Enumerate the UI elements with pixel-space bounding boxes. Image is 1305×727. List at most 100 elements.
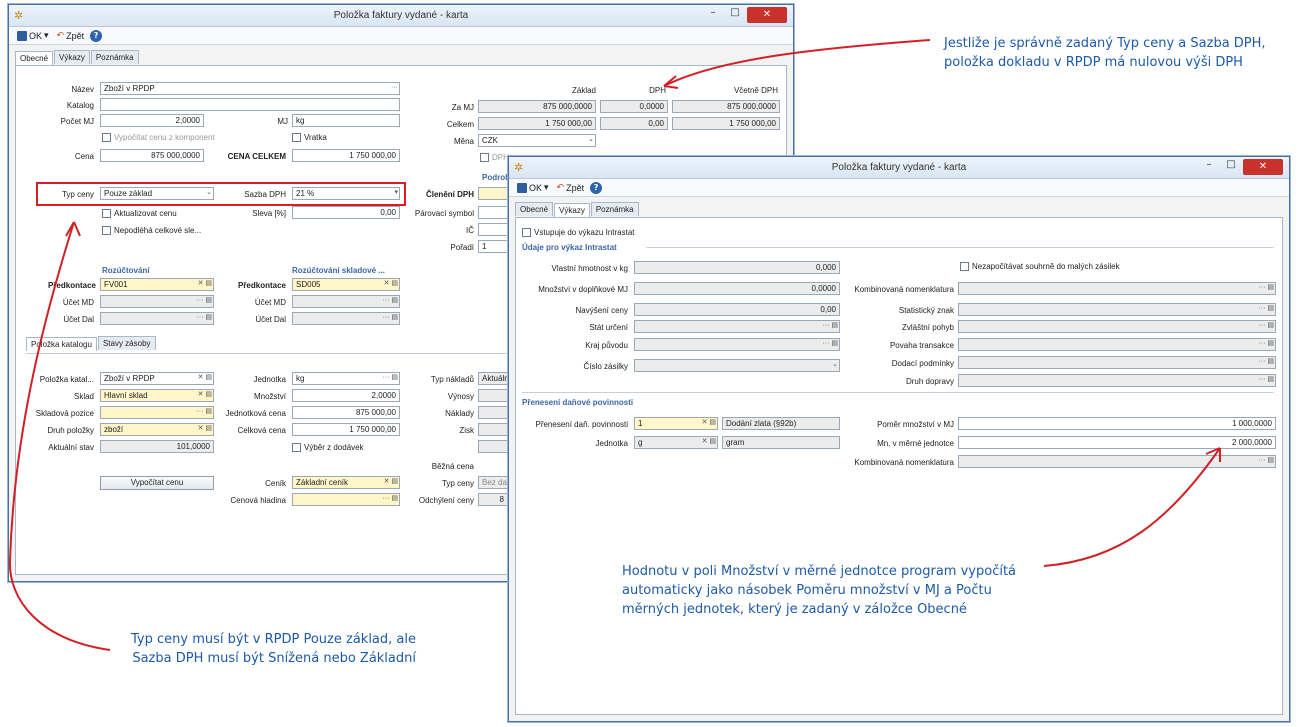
komb-field[interactable]: ··· ▤	[958, 282, 1276, 295]
lookup-icon[interactable]: ··· ▤	[196, 407, 212, 417]
lookup-icon[interactable]: ··· ▤	[1258, 339, 1274, 349]
tab-obecne[interactable]: Obecné	[515, 202, 554, 216]
druh-field[interactable]: zboží ✕ ▤	[100, 423, 214, 436]
tab-stavy-zasoby[interactable]: Stavy zásoby	[97, 336, 156, 350]
tab-vykazy[interactable]: Výkazy	[554, 203, 590, 217]
back-button[interactable]: ↶ Zpět	[55, 31, 87, 41]
cislo-select[interactable]: ⌄	[634, 359, 840, 372]
lookup-icon[interactable]: ··· ▤	[1258, 283, 1274, 293]
skl-pozice-field[interactable]: ··· ▤	[100, 406, 214, 419]
lookup-icon[interactable]: ··· ▤	[382, 494, 398, 504]
aktualizovat-checkbox[interactable]: Aktualizovat cenu	[102, 209, 177, 218]
ellipsis-icon[interactable]: ···	[391, 83, 398, 93]
clear-lookup-icon[interactable]: ✕ ▤	[702, 418, 716, 428]
stat-field[interactable]: ··· ▤	[634, 320, 840, 333]
kraj-field[interactable]: ··· ▤	[634, 338, 840, 351]
jednotka-field[interactable]: kg ··· ▤	[292, 372, 400, 385]
pomer-field[interactable]: 1 000,0000	[958, 417, 1276, 430]
ic-field[interactable]	[478, 223, 508, 236]
prenes-field[interactable]: 1 ✕ ▤	[634, 417, 718, 430]
stat-znak-field[interactable]: ··· ▤	[958, 303, 1276, 316]
mnozstvi-dopl-field[interactable]: 0,0000	[634, 282, 840, 295]
nepodleha-checkbox[interactable]: Nepodléhá celkové sle...	[102, 226, 201, 235]
pocet-mj-field[interactable]: 2,0000	[100, 114, 204, 127]
cena-field[interactable]: 875 000,0000	[100, 149, 204, 162]
ok-button[interactable]: OK ▾	[515, 182, 551, 193]
lookup-icon[interactable]: ··· ▤	[196, 313, 212, 323]
clear-lookup-icon[interactable]: ✕ ▤	[384, 279, 398, 289]
minimize-button[interactable]: –	[1201, 159, 1217, 175]
clear-lookup-icon[interactable]: ✕ ▤	[702, 437, 716, 447]
cenik-field[interactable]: Základní ceník ✕ ▤	[292, 476, 400, 489]
clear-lookup-icon[interactable]: ✕ ▤	[198, 279, 212, 289]
close-button[interactable]: ✕	[747, 7, 787, 23]
clear-lookup-icon[interactable]: ✕ ▤	[198, 424, 212, 434]
sazba-dph-select[interactable]: 21 % ▾	[292, 187, 400, 200]
lookup-icon[interactable]: ··· ▤	[382, 373, 398, 383]
ucet-dal-field[interactable]: ··· ▤	[100, 312, 214, 325]
druh-dopravy-field[interactable]: ··· ▤	[958, 374, 1276, 387]
celk-cena-field[interactable]: 1 750 000,00	[292, 423, 400, 436]
clenenidph-field[interactable]	[478, 187, 508, 200]
komb2-field[interactable]: ··· ▤	[958, 455, 1276, 468]
ucet-dal-sklad-field[interactable]: ··· ▤	[292, 312, 400, 325]
lookup-icon[interactable]: ··· ▤	[1258, 304, 1274, 314]
navyseni-field[interactable]: 0,00	[634, 303, 840, 316]
tab-poznamka[interactable]: Poznámka	[590, 202, 639, 216]
jedn-cena-field[interactable]: 875 000,00	[292, 406, 400, 419]
lookup-icon[interactable]: ··· ▤	[1258, 321, 1274, 331]
ucet-md-field[interactable]: ··· ▤	[100, 295, 214, 308]
cena-celkem-field[interactable]: 1 750 000,00	[292, 149, 400, 162]
sklad-field[interactable]: Hlavní sklad ✕ ▤	[100, 389, 214, 402]
predkontace-field[interactable]: FV001 ✕ ▤	[100, 278, 214, 291]
lookup-icon[interactable]: ··· ▤	[1258, 375, 1274, 385]
vstupuje-checkbox[interactable]: Vstupuje do výkazu Intrastat	[522, 228, 635, 237]
lookup-icon[interactable]: ··· ▤	[1258, 456, 1274, 466]
clear-lookup-icon[interactable]: ✕ ▤	[384, 477, 398, 487]
maximize-button[interactable]: □	[1223, 159, 1239, 175]
povaha-field[interactable]: ··· ▤	[958, 338, 1276, 351]
typ-ceny-select[interactable]: Pouze základ ⌄	[100, 187, 214, 200]
zvl-pohyb-field[interactable]: ··· ▤	[958, 320, 1276, 333]
tab-poznamka[interactable]: Poznámka	[90, 50, 139, 64]
sleva-field[interactable]: 0,00	[292, 206, 400, 219]
katalog-field[interactable]	[100, 98, 400, 111]
tab-polozka-katalogu[interactable]: Položka katalogu	[26, 337, 97, 351]
dodaci-field[interactable]: ··· ▤	[958, 356, 1276, 369]
tab-vykazy[interactable]: Výkazy	[54, 50, 90, 64]
nezapocitavat-checkbox[interactable]: Nezapočítávat souhrně do malých zásilek	[960, 262, 1120, 271]
clear-lookup-icon[interactable]: ✕ ▤	[198, 373, 212, 383]
vypocitat-cenu-button[interactable]: Vypočítat cenu	[100, 476, 214, 490]
tab-obecne[interactable]: Obecné	[15, 51, 54, 65]
mj-field[interactable]: kg	[292, 114, 400, 127]
predkontace-sklad-field[interactable]: SD005 ✕ ▤	[292, 278, 400, 291]
lookup-icon[interactable]: ··· ▤	[196, 296, 212, 306]
minimize-button[interactable]: –	[705, 7, 721, 23]
ucet-md-sklad-field[interactable]: ··· ▤	[292, 295, 400, 308]
help-icon[interactable]: ?	[90, 29, 103, 42]
clear-lookup-icon[interactable]: ✕ ▤	[198, 390, 212, 400]
lookup-icon[interactable]: ··· ▤	[382, 296, 398, 306]
mn-merne-field[interactable]: 2 000,0000	[958, 436, 1276, 449]
vypocitat-checkbox[interactable]: Vypočítat cenu z komponent	[102, 133, 215, 142]
nazev-field[interactable]: Zboží v RPDP ···	[100, 82, 400, 95]
jednotka-field[interactable]: g ✕ ▤	[634, 436, 718, 449]
mena-select[interactable]: CZK ⌄	[478, 134, 596, 147]
back-button[interactable]: ↶ Zpět	[555, 183, 587, 193]
close-button[interactable]: ✕	[1243, 159, 1283, 175]
vratka-checkbox[interactable]: Vratka	[292, 133, 327, 142]
polozka-kat-field[interactable]: Zboží v RPDP ✕ ▤	[100, 372, 214, 385]
maximize-button[interactable]: □	[727, 7, 743, 23]
vlastni-field[interactable]: 0,000	[634, 261, 840, 274]
ok-button[interactable]: OK ▾	[15, 30, 51, 41]
dph-checkbox[interactable]: DPH	[480, 153, 509, 162]
parovaci-field[interactable]	[478, 206, 508, 219]
cen-hladina-field[interactable]: ··· ▤	[292, 493, 400, 506]
poradi-field[interactable]: 1	[478, 240, 508, 253]
help-icon[interactable]: ?	[590, 181, 603, 194]
typ-nakladu-field[interactable]: Aktuáln	[478, 372, 508, 385]
mnozstvi-field[interactable]: 2,0000	[292, 389, 400, 402]
lookup-icon[interactable]: ··· ▤	[1258, 357, 1274, 367]
lookup-icon[interactable]: ··· ▤	[382, 313, 398, 323]
vyber-checkbox[interactable]: Výběr z dodávek	[292, 443, 364, 452]
